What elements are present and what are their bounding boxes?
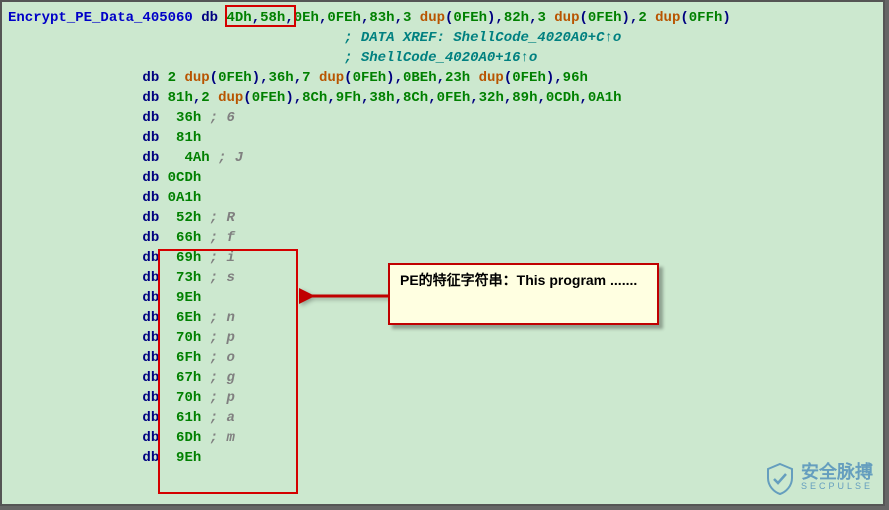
data-row: db 61h ; a [8,410,235,426]
data-row: db 6Eh ; n [8,310,235,326]
data-row: db 52h ; R [8,210,235,226]
xref-1[interactable]: ; DATA XREF: ShellCode_4020A0+C↑o [344,30,621,46]
data-row: db 9Eh [8,290,201,306]
callout-arrow-icon [299,286,391,306]
data-row: db 4Ah ; J [8,150,243,166]
data-row: db 0A1h [8,190,201,206]
xref-2[interactable]: ; ShellCode_4020A0+16↑o [344,50,537,66]
data-row: db 0CDh [8,170,201,186]
symbol-label: Encrypt_PE_Data_405060 [8,10,193,26]
annotation-callout: PE的特征字符串：This program ....... [388,263,659,325]
data-row: db 6Fh ; o [8,350,235,366]
data-row: db 70h ; p [8,390,235,406]
data-row: db 70h ; p [8,330,235,346]
data-row: db 73h ; s [8,270,235,286]
data-row: db 36h ; 6 [8,110,235,126]
data-row: db 67h ; g [8,370,235,386]
data-row: db 9Eh [8,450,201,466]
data-row: db 66h ; f [8,230,235,246]
disassembly-view: Encrypt_PE_Data_405060 db 4Dh,58h,0Eh,0F… [0,0,885,506]
watermark-logo: 安全脉搏 SECPULSE [765,462,873,496]
data-row: db 81h [8,130,201,146]
data-row: db 6Dh ; m [8,430,235,446]
data-row: db 69h ; i [8,250,235,266]
db-keyword: db [201,10,218,26]
code-listing: Encrypt_PE_Data_405060 db 4Dh,58h,0Eh,0F… [8,8,877,468]
